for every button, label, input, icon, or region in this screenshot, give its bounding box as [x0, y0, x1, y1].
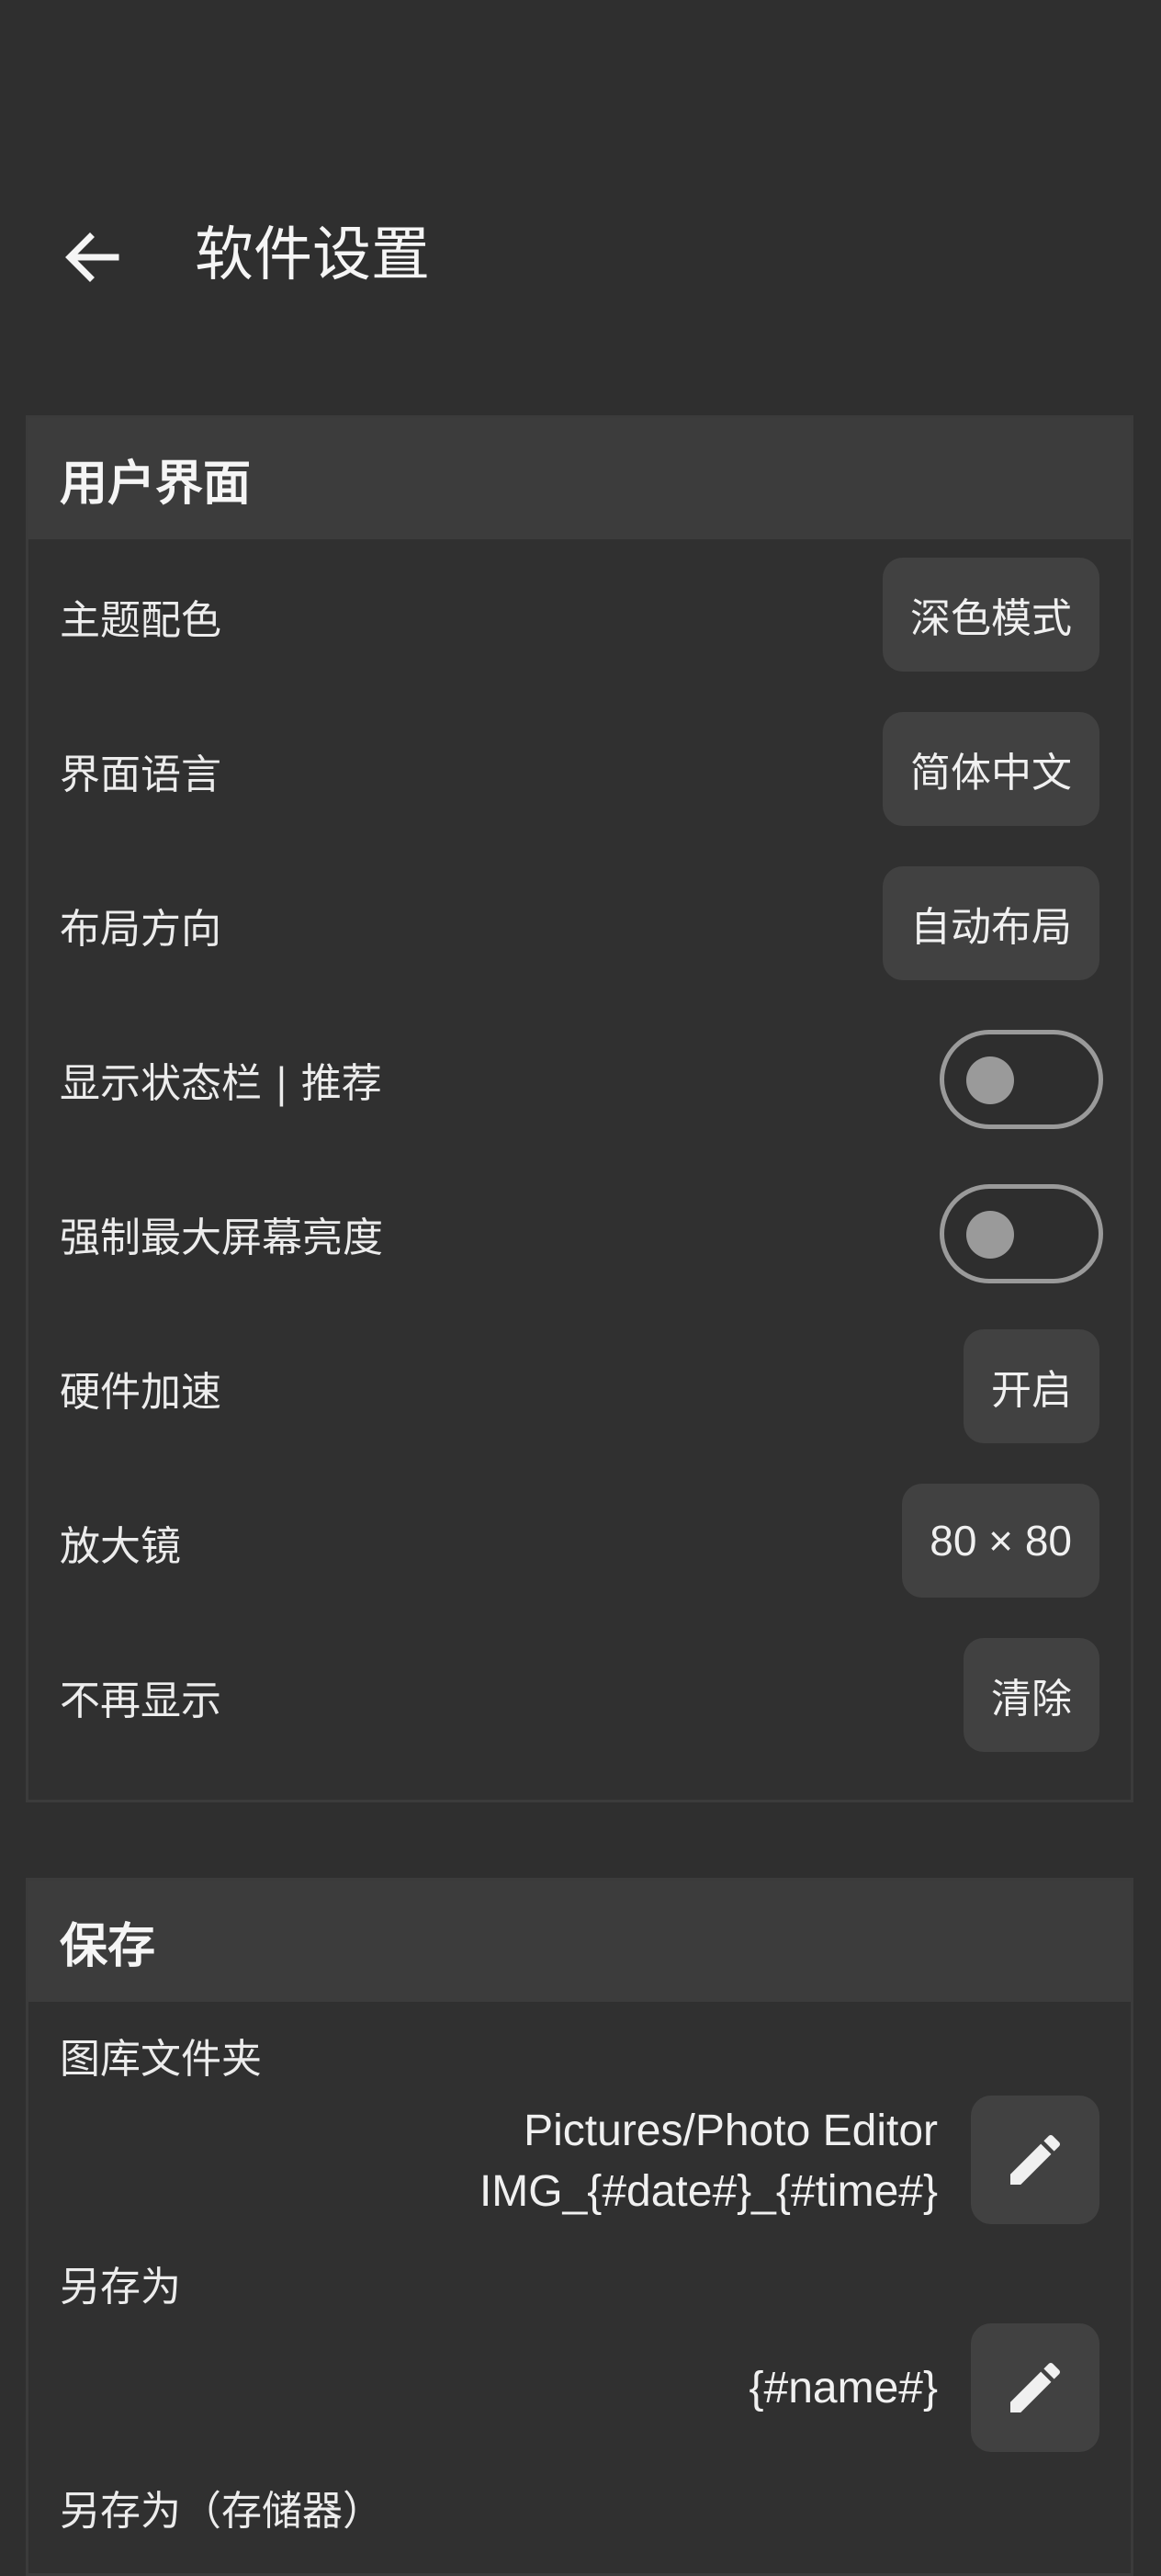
- brightness-toggle[interactable]: [940, 1184, 1103, 1283]
- arrow-left-icon: [65, 232, 119, 282]
- section-title-ui: 用户界面: [28, 418, 1131, 539]
- toggle-knob: [966, 1056, 1014, 1104]
- gallery-folder-line1: Pictures/Photo Editor: [524, 2107, 938, 2155]
- pencil-icon: [1010, 2134, 1061, 2185]
- pencil-icon: [1010, 2362, 1061, 2412]
- magnifier-size-button[interactable]: 80 × 80: [902, 1484, 1099, 1598]
- language-select-button[interactable]: 简体中文: [883, 712, 1099, 826]
- hardware-accel-button[interactable]: 开启: [964, 1329, 1099, 1443]
- setting-label: 主题配色: [60, 597, 221, 644]
- layout-select-button[interactable]: 自动布局: [883, 866, 1099, 980]
- setting-row-language[interactable]: 界面语言 简体中文: [28, 694, 1131, 848]
- edit-gallery-folder-button[interactable]: [971, 2096, 1099, 2224]
- clear-button[interactable]: 清除: [964, 1638, 1099, 1752]
- back-button[interactable]: [55, 220, 129, 294]
- setting-row-layout[interactable]: 布局方向 自动布局: [28, 848, 1131, 1002]
- setting-label: 放大镜: [60, 1523, 181, 1570]
- page-title: 软件设置: [195, 221, 430, 289]
- setting-row-brightness[interactable]: 强制最大屏幕亮度: [28, 1157, 1131, 1311]
- setting-row-magnifier[interactable]: 放大镜 80 × 80: [28, 1465, 1131, 1620]
- save-as-label: 另存为: [60, 2264, 181, 2310]
- save-settings-card: 保存 图库文件夹 Pictures/Photo Editor IMG_{#dat…: [26, 1878, 1133, 2576]
- setting-label: 强制最大屏幕亮度: [60, 1215, 383, 1261]
- top-app-bar: 软件设置: [0, 0, 1161, 367]
- setting-label: 布局方向: [60, 906, 221, 953]
- setting-row-hardware-accel[interactable]: 硬件加速 开启: [28, 1311, 1131, 1465]
- gallery-folder-label: 图库文件夹: [60, 2036, 262, 2083]
- gallery-filename-pattern: IMG_{#date#}_{#time#}: [479, 2167, 938, 2216]
- setting-row-statusbar[interactable]: 显示状态栏 | 推荐: [28, 1002, 1131, 1157]
- save-as-pattern: {#name#}: [749, 2364, 938, 2412]
- toggle-knob: [966, 1211, 1014, 1259]
- theme-select-button[interactable]: 深色模式: [883, 558, 1099, 672]
- setting-label: 不再显示: [60, 1678, 221, 1724]
- setting-label: 界面语言: [60, 751, 221, 798]
- statusbar-toggle[interactable]: [940, 1030, 1103, 1129]
- setting-label: 硬件加速: [60, 1369, 221, 1416]
- setting-row-dont-show[interactable]: 不再显示 清除: [28, 1620, 1131, 1774]
- setting-label: 显示状态栏 | 推荐: [60, 1060, 382, 1107]
- gallery-folder-path: Pictures/Photo Editor IMG_{#date#}_{#tim…: [479, 2101, 938, 2222]
- edit-save-as-button[interactable]: [971, 2323, 1099, 2452]
- save-as-storage-label: 另存为（存储器）: [60, 2488, 383, 2535]
- ui-settings-card: 用户界面 主题配色 深色模式 界面语言 简体中文 布局方向 自动布局 显示状态栏…: [26, 415, 1133, 1802]
- section-title-save: 保存: [28, 1881, 1131, 2002]
- setting-row-theme[interactable]: 主题配色 深色模式: [28, 539, 1131, 694]
